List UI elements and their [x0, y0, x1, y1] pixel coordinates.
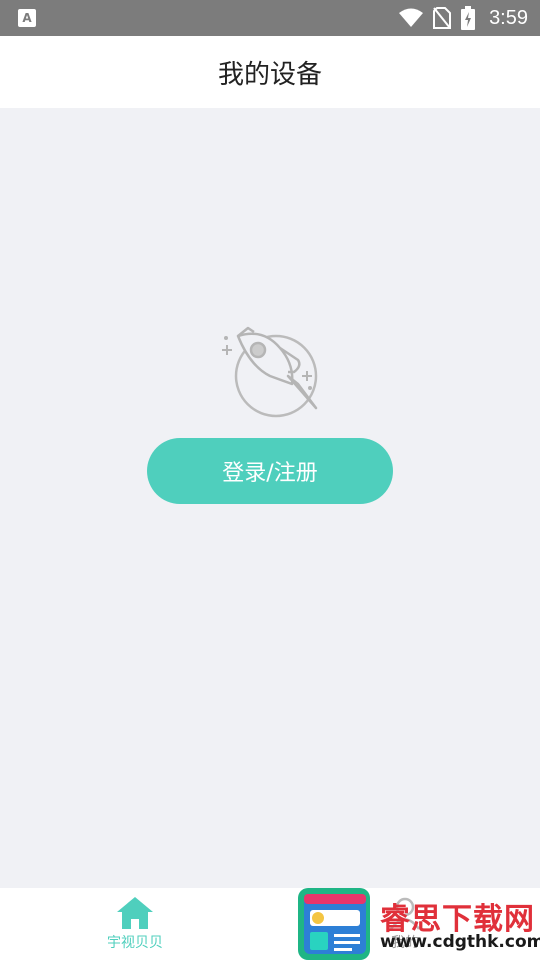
battery-charging-icon [461, 6, 476, 30]
home-icon [117, 897, 153, 929]
watermark-url: www.cdgthk.com [380, 932, 540, 952]
tab-home[interactable]: 宇视贝贝 [0, 888, 270, 960]
main-content: 登录/注册 [0, 108, 540, 888]
rocket-icon [222, 326, 318, 418]
no-sim-icon [433, 7, 452, 29]
watermark: 睿思下载网 www.cdgthk.com [298, 888, 540, 960]
status-icons: 3:59 [399, 0, 528, 36]
app-notification-icon: A [18, 9, 36, 27]
page-header: 我的设备 [0, 36, 540, 108]
status-bar: A 3:59 [0, 0, 540, 36]
status-time: 3:59 [489, 6, 528, 29]
wifi-icon [399, 8, 424, 27]
page-title: 我的设备 [217, 59, 322, 90]
watermark-logo-icon [298, 888, 370, 960]
login-register-button[interactable]: 登录/注册 [147, 438, 393, 504]
tab-home-label: 宇视贝贝 [107, 935, 163, 951]
